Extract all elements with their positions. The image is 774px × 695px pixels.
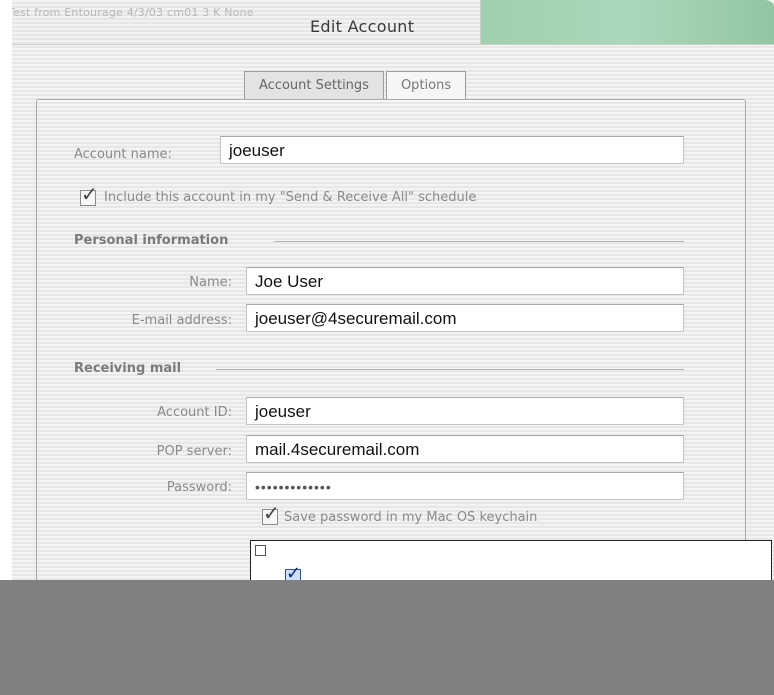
- account-name-field[interactable]: joeuser: [220, 136, 684, 164]
- gray-overlay: [0, 580, 774, 695]
- name-field[interactable]: Joe User: [246, 267, 684, 295]
- window-title: Edit Account: [310, 17, 415, 36]
- save-password-label: Save password in my Mac OS keychain: [284, 510, 538, 525]
- edit-account-window: Test from Entourage 4/3/03 cm01 3 K None…: [12, 0, 774, 580]
- include-send-receive-checkbox[interactable]: ✓: [80, 184, 98, 206]
- personal-info-heading: Personal information: [74, 233, 229, 248]
- name-label: Name:: [189, 275, 232, 290]
- password-label: Password:: [166, 480, 232, 495]
- pop-server-field[interactable]: mail.4securemail.com: [246, 435, 684, 463]
- background-message-row: Test from Entourage 4/3/03 cm01 3 K None: [12, 6, 254, 19]
- left-edge: [0, 0, 12, 580]
- empty-checkbox[interactable]: [255, 545, 266, 556]
- tab-account-settings[interactable]: Account Settings: [244, 71, 384, 100]
- receiving-mail-heading: Receiving mail: [74, 361, 182, 376]
- account-id-field[interactable]: joeuser: [246, 397, 684, 425]
- email-field[interactable]: joeuser@4securemail.com: [246, 304, 684, 332]
- section-divider: [274, 241, 684, 242]
- include-send-receive-label: Include this account in my "Send & Recei…: [104, 190, 477, 205]
- tab-bar: Account Settings Options: [244, 71, 467, 101]
- checkmark-icon: ✓: [81, 182, 98, 206]
- password-field[interactable]: •••••••••••••: [246, 472, 684, 500]
- tab-options[interactable]: Options: [385, 71, 467, 100]
- pop-server-label: POP server:: [156, 444, 232, 459]
- account-name-label: Account name:: [74, 147, 172, 162]
- settings-panel: [36, 99, 746, 580]
- account-id-label: Account ID:: [157, 405, 232, 420]
- window-titlebar[interactable]: Test from Entourage 4/3/03 cm01 3 K None…: [12, 0, 774, 45]
- email-label: E-mail address:: [131, 313, 232, 328]
- save-password-checkbox[interactable]: ✓: [262, 503, 280, 525]
- checkmark-icon: ✓: [263, 501, 280, 525]
- background-window-region: [480, 0, 774, 44]
- section-divider: [216, 369, 684, 370]
